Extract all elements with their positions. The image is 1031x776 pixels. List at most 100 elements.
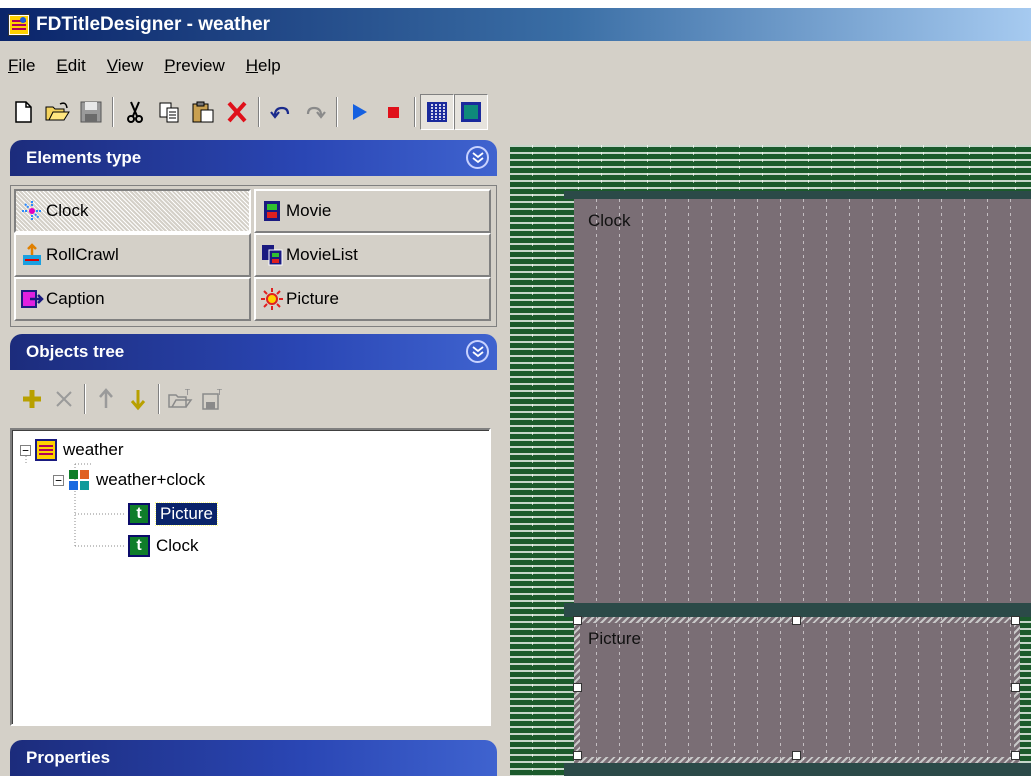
save-object-button[interactable]: T (196, 381, 228, 417)
save-template-icon: T (202, 388, 222, 410)
app-window: FDTitleDesigner - weather File Edit View… (0, 0, 1031, 776)
menu-preview-rest: review (175, 56, 225, 75)
element-clock-label: Clock (46, 201, 89, 220)
undo-icon (270, 106, 290, 119)
movielist-element-icon (262, 245, 283, 266)
open-template-icon: T (168, 388, 193, 408)
toolbar-separator (112, 97, 114, 127)
open-button[interactable] (40, 94, 74, 130)
new-button[interactable] (6, 94, 40, 130)
elements-panel-title: Elements type (26, 148, 142, 167)
toolbar-separator (336, 97, 338, 127)
paste-icon (192, 101, 214, 123)
load-object-button[interactable]: T (164, 381, 196, 417)
save-button[interactable] (74, 94, 108, 130)
menu-help[interactable]: Help (238, 52, 294, 82)
paste-button[interactable] (186, 94, 220, 130)
play-icon (353, 104, 367, 120)
elements-panel-header[interactable]: Elements type (10, 140, 497, 176)
element-clock-button[interactable]: Clock (14, 189, 251, 233)
add-object-button[interactable] (16, 381, 48, 417)
move-down-button[interactable] (122, 381, 154, 417)
menu-view-mnemonic: V (106, 56, 118, 75)
tree-node-label-selected: Picture (155, 502, 218, 526)
svg-text:T: T (184, 388, 190, 397)
copy-icon (159, 102, 179, 123)
stop-icon (388, 107, 399, 118)
element-caption-button[interactable]: Caption (14, 277, 251, 321)
menu-edit-mnemonic: E (56, 56, 68, 75)
menu-view[interactable]: View (99, 52, 157, 82)
toolbar-separator (158, 384, 160, 414)
resize-handle[interactable] (1011, 683, 1020, 692)
resize-handle[interactable] (792, 616, 801, 625)
play-button[interactable] (342, 94, 376, 130)
app-logo-icon (8, 13, 30, 36)
collapse-expander-icon[interactable]: − (53, 474, 64, 486)
element-picture-label: Picture (286, 289, 339, 308)
objects-tree[interactable]: − weather − weather+clock t Picture t Cl… (10, 428, 491, 726)
objects-panel-title: Objects tree (26, 342, 125, 361)
safe-area-button[interactable] (454, 94, 488, 130)
element-movie-label: Movie (286, 201, 332, 220)
tree-node-root[interactable]: − weather (20, 436, 123, 464)
resize-handle[interactable] (573, 683, 582, 692)
main-toolbar (6, 92, 488, 132)
tree-node-label: weather (63, 440, 124, 459)
remove-icon (56, 391, 72, 407)
toolbar-separator (84, 384, 86, 414)
screen-top-strip (0, 0, 1031, 8)
element-movie-button[interactable]: Movie (254, 189, 491, 233)
collapse-chevron-icon[interactable] (466, 146, 489, 169)
collapse-expander-icon[interactable]: − (20, 444, 31, 456)
grid-toggle-button[interactable] (420, 94, 454, 130)
tree-node-clock[interactable]: t Clock (128, 532, 199, 560)
delete-button[interactable] (220, 94, 254, 130)
window-title: FDTitleDesigner - weather (36, 13, 271, 35)
stop-button[interactable] (376, 94, 410, 130)
resize-handle[interactable] (573, 616, 582, 625)
undo-button[interactable] (264, 94, 298, 130)
cut-button[interactable] (118, 94, 152, 130)
properties-panel-title: Properties (26, 748, 111, 767)
elements-grid: Clock Movie RollCrawl MovieList Caption … (10, 185, 497, 327)
menu-view-rest: iew (117, 56, 144, 75)
rollcrawl-element-icon (23, 243, 41, 265)
design-canvas[interactable]: Clock Picture (510, 145, 1031, 776)
title-bar[interactable]: FDTitleDesigner - weather (0, 8, 1031, 41)
resize-handle[interactable] (1011, 751, 1020, 760)
resize-handle[interactable] (573, 751, 582, 760)
clock-region[interactable]: Clock (574, 199, 1031, 603)
text-layer-icon: t (128, 535, 150, 557)
menu-edit[interactable]: Edit (48, 52, 98, 82)
cut-icon (127, 101, 143, 123)
safe-area-band (564, 763, 1031, 776)
menu-preview[interactable]: Preview (156, 52, 237, 82)
element-picture-button[interactable]: Picture (254, 277, 491, 321)
menu-help-rest: elp (258, 56, 281, 75)
element-movielist-label: MovieList (286, 245, 358, 264)
remove-object-button[interactable] (48, 381, 80, 417)
picture-region[interactable]: Picture (573, 616, 1020, 763)
resize-handle[interactable] (792, 751, 801, 760)
clock-element-icon (22, 201, 42, 221)
redo-icon (306, 106, 326, 119)
properties-panel-header[interactable]: Properties (10, 740, 497, 776)
region-grid (574, 199, 1031, 603)
redo-button[interactable] (298, 94, 332, 130)
menu-bar: File Edit View Preview Help (0, 52, 294, 82)
project-icon (35, 439, 57, 461)
arrow-up-icon (99, 388, 113, 408)
safe-area-band (564, 191, 1031, 199)
copy-button[interactable] (152, 94, 186, 130)
resize-handle[interactable] (1011, 616, 1020, 625)
tree-node-group[interactable]: − weather+clock (53, 466, 205, 494)
menu-file-mnemonic: F (8, 56, 19, 75)
menu-file[interactable]: File (0, 52, 48, 82)
objects-panel-header[interactable]: Objects tree (10, 334, 497, 370)
move-up-button[interactable] (90, 381, 122, 417)
element-rollcrawl-button[interactable]: RollCrawl (14, 233, 251, 277)
tree-node-picture[interactable]: t Picture (128, 500, 218, 528)
collapse-chevron-icon[interactable] (466, 340, 489, 363)
element-movielist-button[interactable]: MovieList (254, 233, 491, 277)
